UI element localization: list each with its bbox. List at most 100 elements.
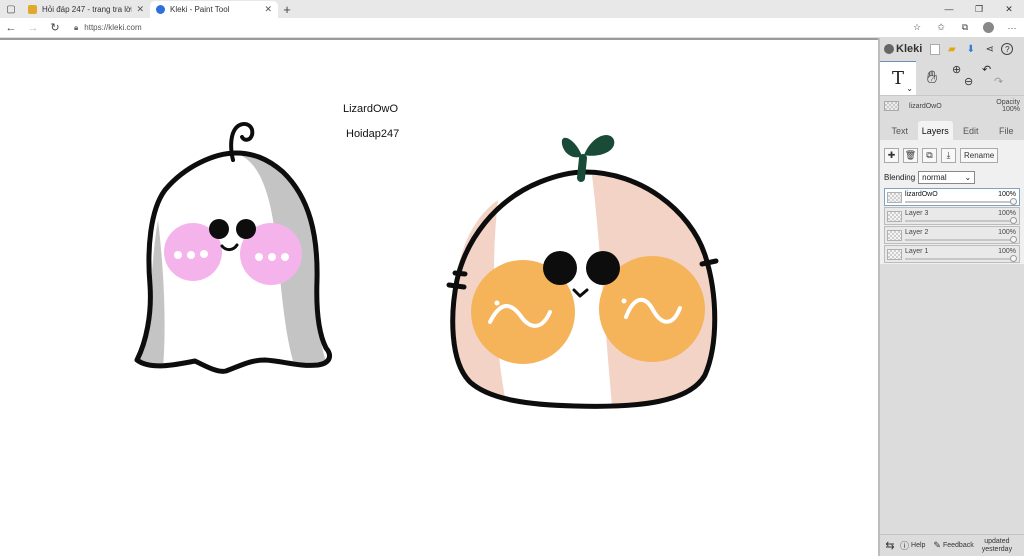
slider-handle[interactable] bbox=[1010, 198, 1017, 205]
rename-layer-button[interactable]: Rename bbox=[960, 147, 999, 163]
more-menu-icon[interactable]: ··· bbox=[1000, 18, 1024, 38]
tab-edit[interactable]: Edit bbox=[953, 121, 989, 140]
bun-whisker-right bbox=[699, 258, 719, 267]
zoom-in-icon[interactable]: ⊕ bbox=[952, 63, 961, 76]
layer-row[interactable]: Layer 3 100% bbox=[884, 207, 1020, 225]
feedback-link[interactable]: ✎ Feedback bbox=[933, 540, 973, 551]
favorite-star-icon[interactable]: ☆ bbox=[905, 18, 929, 38]
sprout-left-leaf bbox=[561, 137, 582, 158]
add-layer-icon[interactable]: ✚ bbox=[884, 147, 899, 163]
layer-opacity-slider[interactable] bbox=[905, 201, 1015, 203]
tool-row: T ⌄ ✋︎ ⊕ ⊖ ↶ ↷ bbox=[880, 60, 1024, 96]
layer-name: Layer 3 bbox=[905, 210, 929, 217]
ghost-drawing bbox=[134, 122, 333, 374]
tab-text[interactable]: Text bbox=[882, 121, 918, 140]
layer-preview-opacity: Opacity 100% bbox=[996, 99, 1020, 113]
layer-thumbnail bbox=[887, 230, 902, 241]
kleki-favicon-icon bbox=[156, 5, 165, 14]
favorites-icon[interactable]: ✩ bbox=[929, 18, 953, 38]
layer-opacity-slider[interactable] bbox=[905, 239, 1015, 241]
new-image-icon[interactable] bbox=[930, 43, 941, 55]
chevron-down-icon[interactable]: ⌄ bbox=[906, 84, 913, 93]
back-icon[interactable]: ← bbox=[0, 18, 22, 38]
canvas-text-lizardowo: LizardOwO bbox=[343, 103, 399, 115]
opacity-value: 100% bbox=[1002, 106, 1020, 113]
layer-opacity: 100% bbox=[998, 191, 1016, 198]
chevron-down-icon: ⌄ bbox=[964, 172, 972, 182]
forward-icon[interactable]: → bbox=[22, 18, 44, 38]
layer-row[interactable]: Layer 2 100% bbox=[884, 226, 1020, 244]
tab-actions-icon[interactable]: ▢ bbox=[0, 0, 22, 18]
slider-handle[interactable] bbox=[1010, 255, 1017, 262]
layer-name: Layer 1 bbox=[905, 248, 929, 255]
address-bar[interactable]: 🔒︎ https://kleki.com bbox=[66, 20, 905, 36]
lock-icon: 🔒︎ bbox=[74, 22, 79, 32]
collections-icon[interactable]: ⧉ bbox=[953, 18, 977, 38]
undo-icon[interactable]: ↶ bbox=[982, 63, 991, 76]
kleki-logo-icon bbox=[884, 44, 894, 54]
window-controls: — ❐ ✕ bbox=[934, 0, 1024, 18]
minimize-icon[interactable]: — bbox=[934, 0, 964, 18]
blending-label: Blending bbox=[884, 172, 916, 182]
new-tab-button[interactable]: + bbox=[278, 1, 296, 18]
duplicate-layer-icon[interactable]: ⧉ bbox=[922, 147, 937, 163]
help-link[interactable]: ⓘ Help bbox=[900, 539, 925, 552]
blending-select[interactable]: normal ⌄ bbox=[918, 170, 976, 184]
canvas-text-hoidap247: Hoidap247 bbox=[346, 128, 400, 140]
text-tool-icon: T bbox=[891, 67, 904, 89]
layer-preview: lizardOwO Opacity 100% bbox=[880, 96, 1024, 116]
hand-tool-icon[interactable]: ✋︎ bbox=[916, 61, 948, 95]
sidebar-tabs: Text Layers Edit File bbox=[880, 120, 1024, 140]
tab-title: Hỏi đáp 247 - trang tra lời bbox=[42, 5, 133, 14]
layer-thumbnail bbox=[887, 192, 902, 203]
close-tab-icon[interactable]: ✕ bbox=[136, 4, 144, 15]
blending-value: normal bbox=[922, 172, 947, 182]
ghost-right-eye bbox=[236, 219, 256, 239]
browser-tab-bar: ▢ Hỏi đáp 247 - trang tra lời ✕ Kleki - … bbox=[0, 0, 1024, 18]
slider-handle[interactable] bbox=[1010, 217, 1017, 224]
layer-preview-name: lizardOwO bbox=[909, 102, 942, 110]
layers-panel: ✚ 🗑︎ ⧉ ⤓ Rename Blending normal ⌄ lizard… bbox=[880, 140, 1024, 264]
restore-icon[interactable]: ❐ bbox=[964, 0, 994, 18]
reload-icon[interactable]: ↻ bbox=[44, 18, 66, 38]
layer-thumbnail bbox=[887, 249, 902, 260]
browser-tab-kleki[interactable]: Kleki - Paint Tool ✕ bbox=[150, 1, 278, 18]
layer-row[interactable]: Layer 1 100% bbox=[884, 245, 1020, 263]
feedback-label: Feedback bbox=[942, 542, 974, 549]
update-info[interactable]: updated yesterday bbox=[982, 538, 1012, 554]
canvas-drawing bbox=[134, 122, 719, 409]
close-window-icon[interactable]: ✕ bbox=[994, 0, 1024, 18]
zoom-controls: ⊕ ⊖ bbox=[948, 61, 976, 95]
close-tab-icon[interactable]: ✕ bbox=[264, 4, 272, 15]
zoom-out-icon[interactable]: ⊖ bbox=[964, 75, 973, 88]
help-icon[interactable]: ? bbox=[1001, 43, 1014, 55]
share-icon[interactable]: ⋖ bbox=[982, 42, 997, 57]
updated-line1: updated bbox=[984, 537, 1010, 545]
tab-title: Kleki - Paint Tool bbox=[170, 5, 230, 14]
layer-opacity-slider[interactable] bbox=[905, 258, 1015, 260]
sprout-right-leaf bbox=[584, 135, 615, 156]
bun-whisker-left bbox=[446, 282, 467, 290]
tab-file[interactable]: File bbox=[989, 121, 1024, 140]
download-icon[interactable]: ⬇ bbox=[963, 42, 978, 57]
open-folder-icon[interactable]: ▰ bbox=[944, 42, 959, 57]
tab-layers[interactable]: Layers bbox=[917, 121, 953, 140]
bun-right-eye bbox=[586, 251, 620, 285]
redo-icon[interactable]: ↷ bbox=[994, 75, 1003, 88]
layer-opacity: 100% bbox=[998, 229, 1016, 236]
slider-handle[interactable] bbox=[1010, 236, 1017, 243]
drawing-canvas[interactable]: LizardOwO Hoidap247 bbox=[0, 38, 878, 556]
kleki-logo[interactable]: Kleki bbox=[884, 43, 922, 55]
text-tool-button[interactable]: T ⌄ bbox=[880, 60, 916, 95]
kleki-sidebar: Kleki ▰ ⬇ ⋖ ? T ⌄ ✋︎ ⊕ ⊖ ↶ ↷ lizardOwO O… bbox=[878, 38, 1024, 556]
layer-name: lizardOwO bbox=[905, 191, 938, 198]
delete-layer-icon[interactable]: 🗑︎ bbox=[903, 147, 918, 163]
layer-name: Layer 2 bbox=[905, 229, 929, 236]
url-text: https://kleki.com bbox=[84, 23, 142, 32]
swap-sides-icon[interactable]: ⇆ bbox=[880, 539, 900, 552]
browser-tab-hoidap[interactable]: Hỏi đáp 247 - trang tra lời ✕ bbox=[22, 1, 150, 18]
merge-down-icon[interactable]: ⤓ bbox=[941, 147, 956, 163]
profile-avatar[interactable] bbox=[983, 22, 994, 33]
layer-opacity-slider[interactable] bbox=[905, 220, 1015, 222]
layer-row[interactable]: lizardOwO 100% bbox=[884, 188, 1020, 206]
